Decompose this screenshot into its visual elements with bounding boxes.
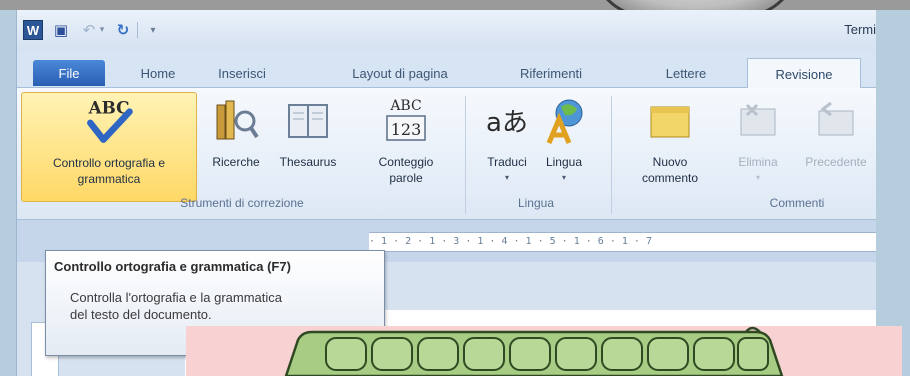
nuovo-commento-button[interactable]: Nuovo commento xyxy=(625,92,715,186)
spell-check-icon: ABC xyxy=(81,93,137,149)
qat-separator xyxy=(137,22,138,38)
tab-riferimenti[interactable]: Riferimenti xyxy=(503,58,599,88)
spelling-grammar-button[interactable]: ABC Controllo ortografia e grammatica xyxy=(21,92,197,202)
customize-qat-icon[interactable]: ▾ xyxy=(143,20,163,40)
tab-lettere[interactable]: Lettere xyxy=(651,58,721,88)
word-count-icon: ABC 123 xyxy=(378,92,434,148)
tab-home[interactable]: Home xyxy=(123,58,193,88)
undo-icon[interactable]: ↶ xyxy=(79,20,99,40)
ribbon-tabs: File Home Inserisci Layout di pagina Rif… xyxy=(17,50,876,89)
background-frame: W ▣ ↶ ▾ ↻ ▾ Termi File Home Inserisci La… xyxy=(0,0,910,376)
thesaurus-button[interactable]: Thesaurus xyxy=(269,92,347,170)
lingua-label: Lingua xyxy=(545,155,583,169)
undo-dropdown-icon[interactable]: ▾ xyxy=(97,20,107,40)
tab-layout-di-pagina[interactable]: Layout di pagina xyxy=(337,58,463,88)
conteggio-parole-button[interactable]: ABC 123 Conteggio parole xyxy=(365,92,447,186)
tooltip-title: Controllo ortografia e grammatica (F7) xyxy=(54,259,291,274)
previous-comment-icon xyxy=(808,92,864,148)
tooltip-body: Controlla l'ortografia e la grammatica d… xyxy=(70,290,283,322)
tab-file[interactable]: File xyxy=(33,60,105,86)
svg-text:aあ: aあ xyxy=(486,108,528,138)
delete-comment-icon xyxy=(730,92,786,148)
spelling-grammar-label: Controllo ortografia e grammatica xyxy=(52,156,166,186)
precedente-label: Precedente xyxy=(805,155,867,169)
word-window: W ▣ ↶ ▾ ↻ ▾ Termi File Home Inserisci La… xyxy=(16,10,876,376)
conteggio-parole-label: Conteggio parole xyxy=(378,155,434,185)
keyboard-icon xyxy=(284,326,784,376)
svg-text:ABC: ABC xyxy=(389,98,421,114)
traduci-button[interactable]: aあ Traduci ▾ xyxy=(479,92,535,186)
ribbon-revisione: ABC Controllo ortografia e grammatica Ri… xyxy=(17,88,876,220)
group-label-commenti: Commenti xyxy=(769,196,825,210)
precedente-button[interactable]: Precedente xyxy=(793,92,876,170)
keyboard-illustration xyxy=(186,326,902,376)
thesaurus-label: Thesaurus xyxy=(279,155,337,169)
group-separator xyxy=(611,96,612,214)
translate-icon: aあ xyxy=(479,92,535,148)
ricerche-button[interactable]: Ricerche xyxy=(203,92,269,170)
new-comment-icon xyxy=(642,92,698,148)
horizontal-ruler[interactable]: · 1 · 2 · 1 · 3 · 1 · 4 · 1 · 5 · 1 · 6 … xyxy=(369,232,876,252)
word-logo-icon[interactable]: W xyxy=(23,20,43,40)
save-icon[interactable]: ▣ xyxy=(51,20,71,40)
ricerche-label: Ricerche xyxy=(212,155,260,169)
traduci-dropdown-icon: ▾ xyxy=(504,173,509,182)
group-label-strumenti: Strumenti di correzione xyxy=(180,196,304,210)
svg-text:123: 123 xyxy=(391,120,422,139)
tab-revisione[interactable]: Revisione xyxy=(747,58,861,89)
lingua-button[interactable]: Lingua ▾ xyxy=(535,92,593,186)
tab-inserisci[interactable]: Inserisci xyxy=(203,58,281,88)
lingua-dropdown-icon: ▾ xyxy=(561,173,566,182)
group-label-lingua: Lingua xyxy=(517,196,555,210)
group-separator xyxy=(465,96,466,214)
traduci-label: Traduci xyxy=(487,155,527,169)
quick-access-toolbar: W ▣ ↶ ▾ ↻ ▾ Termi xyxy=(17,10,876,50)
redo-icon[interactable]: ↻ xyxy=(113,20,133,40)
window-title: Termi xyxy=(844,22,876,37)
thesaurus-book-icon xyxy=(280,92,336,148)
nuovo-commento-label: Nuovo commento xyxy=(641,155,699,185)
elimina-label: Elimina xyxy=(738,155,778,169)
research-books-icon xyxy=(208,92,264,148)
language-globe-icon xyxy=(536,92,592,148)
elimina-button[interactable]: Elimina ▾ xyxy=(721,92,795,186)
elimina-dropdown-icon: ▾ xyxy=(755,173,760,182)
